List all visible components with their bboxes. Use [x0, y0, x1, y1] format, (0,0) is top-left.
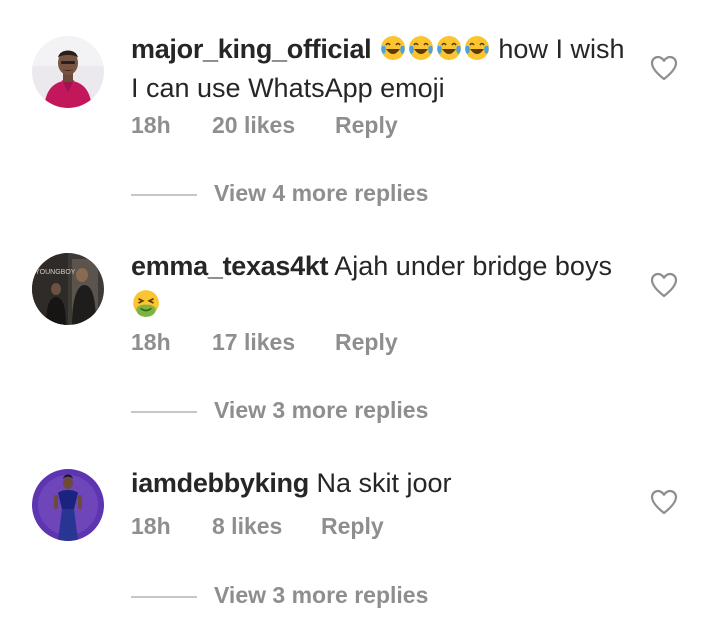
view-replies-button[interactable]: View 3 more replies	[131, 582, 451, 612]
divider-line	[131, 411, 197, 413]
face-with-tears-of-joy-icon	[464, 36, 489, 60]
comment-text: iamdebbyking Na skit joor	[131, 464, 631, 503]
comment-text: major_king_official how I wish I can use…	[131, 30, 631, 108]
comment-time: 18h	[131, 112, 171, 138]
divider-line	[131, 596, 197, 598]
comment-username[interactable]: major_king_official	[131, 34, 372, 64]
face-with-tears-of-joy-icon	[380, 36, 405, 60]
view-replies-label: View 3 more replies	[214, 582, 429, 608]
comment-time: 18h	[131, 329, 171, 355]
like-count[interactable]: 8 likes	[212, 513, 282, 540]
face-with-tears-of-joy-icon	[436, 36, 461, 60]
view-replies-button[interactable]: View 4 more replies	[131, 180, 451, 210]
comment-body: Na skit joor	[316, 468, 452, 498]
comment-body: Ajah under bridge boys	[334, 251, 612, 281]
comment-time: 18h	[131, 513, 171, 539]
reply-button[interactable]: Reply	[335, 329, 398, 356]
emoji-group	[379, 34, 499, 64]
view-replies-label: View 4 more replies	[214, 180, 429, 206]
face-with-tears-of-joy-icon	[408, 36, 433, 60]
comment-username[interactable]: emma_texas4kt	[131, 251, 329, 281]
comment-text: emma_texas4kt Ajah under bridge boys	[131, 247, 631, 325]
view-replies-label: View 3 more replies	[214, 397, 429, 423]
woman-in-blue-dress-avatar-icon	[32, 469, 104, 541]
man-in-pink-shirt-avatar-icon	[32, 36, 104, 108]
avatar[interactable]	[32, 469, 104, 541]
avatar-poster-text: YOUNGBOY	[35, 269, 76, 276]
reply-button[interactable]: Reply	[321, 513, 384, 540]
heart-icon[interactable]	[650, 489, 678, 515]
avatar[interactable]	[32, 36, 104, 108]
comment-username[interactable]: iamdebbyking	[131, 468, 309, 498]
heart-icon[interactable]	[650, 272, 678, 298]
view-replies-button[interactable]: View 3 more replies	[131, 397, 451, 427]
nauseated-face-icon	[133, 290, 159, 317]
like-count[interactable]: 20 likes	[212, 112, 295, 139]
avatar[interactable]: YOUNGBOY	[32, 253, 104, 325]
reply-button[interactable]: Reply	[335, 112, 398, 139]
like-count[interactable]: 17 likes	[212, 329, 295, 356]
divider-line	[131, 194, 197, 196]
movie-poster-avatar-icon: YOUNGBOY	[32, 253, 104, 325]
heart-icon[interactable]	[650, 55, 678, 81]
